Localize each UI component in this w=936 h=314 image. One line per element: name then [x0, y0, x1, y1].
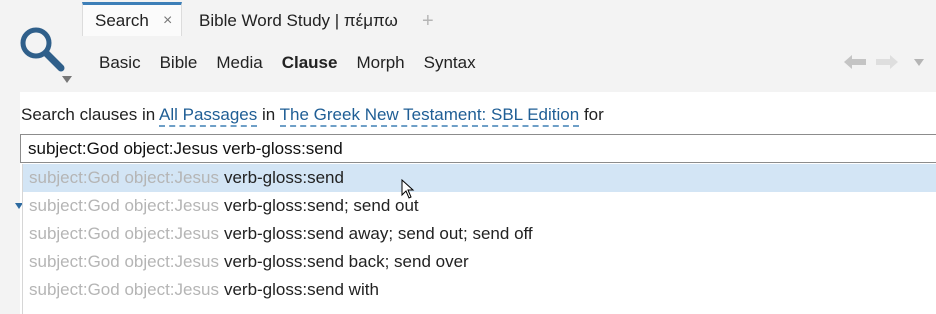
suggestion-text: verb-gloss:send with	[223, 280, 379, 299]
search-type-nav: Basic Bible Media Clause Morph Syntax	[99, 53, 495, 73]
tab-bible-word-study[interactable]: Bible Word Study | πέμπω	[199, 4, 398, 38]
tab-label: Bible Word Study | πέμπω	[199, 11, 398, 30]
suggestion-prefix: subject:God object:Jesus	[29, 252, 219, 271]
suggestion-item[interactable]: subject:God object:Jesus verb-gloss:send…	[23, 220, 936, 248]
subnav-bible[interactable]: Bible	[160, 53, 198, 73]
search-prompt: Search clauses in All Passages in The Gr…	[21, 105, 604, 127]
subnav-clause[interactable]: Clause	[282, 53, 338, 73]
add-tab-icon[interactable]: +	[422, 4, 434, 38]
subnav-media[interactable]: Media	[216, 53, 262, 73]
history-dropdown-icon[interactable]	[914, 58, 924, 66]
scope-selector[interactable]: All Passages	[158, 105, 258, 127]
prompt-suffix: for	[583, 105, 604, 124]
subnav-morph[interactable]: Morph	[356, 53, 404, 73]
dropdown-arrow-icon[interactable]	[62, 76, 72, 83]
suggestion-prefix: subject:God object:Jesus	[29, 224, 219, 243]
autocomplete-list: subject:God object:Jesus verb-gloss:send…	[22, 164, 936, 314]
prompt-prefix: Search clauses in	[21, 105, 156, 124]
tab-label: Search	[95, 10, 149, 30]
suggestion-text: verb-gloss:send back; send over	[223, 252, 469, 271]
subnav-syntax[interactable]: Syntax	[424, 53, 476, 73]
forward-arrow-icon[interactable]	[876, 55, 898, 69]
resource-selector[interactable]: The Greek New Testament: SBL Edition	[279, 105, 580, 127]
suggestion-prefix: subject:God object:Jesus	[29, 168, 219, 187]
search-icon[interactable]	[16, 24, 68, 76]
suggestion-item[interactable]: subject:God object:Jesus verb-gloss:send…	[23, 276, 936, 304]
suggestion-text: verb-gloss:send	[223, 168, 344, 187]
suggestion-item[interactable]: subject:God object:Jesus verb-gloss:send	[23, 164, 936, 192]
prompt-middle: in	[262, 105, 276, 124]
close-icon[interactable]: ×	[163, 12, 172, 30]
suggestion-text: verb-gloss:send away; send out; send off	[223, 224, 533, 243]
suggestion-item[interactable]: subject:God object:Jesus verb-gloss:send…	[23, 192, 936, 220]
suggestion-prefix: subject:God object:Jesus	[29, 196, 219, 215]
back-arrow-icon[interactable]	[844, 55, 866, 69]
tab-bar: Search × Bible Word Study | πέμπω +	[82, 0, 936, 38]
query-input[interactable]	[20, 134, 936, 163]
suggestion-prefix: subject:God object:Jesus	[29, 280, 219, 299]
mouse-cursor-icon	[401, 179, 415, 199]
suggestion-item[interactable]: subject:God object:Jesus verb-gloss:send…	[23, 248, 936, 276]
tab-search[interactable]: Search ×	[82, 2, 182, 36]
subnav-basic[interactable]: Basic	[99, 53, 141, 73]
suggestion-text: verb-gloss:send; send out	[223, 196, 419, 215]
history-nav	[844, 55, 924, 69]
